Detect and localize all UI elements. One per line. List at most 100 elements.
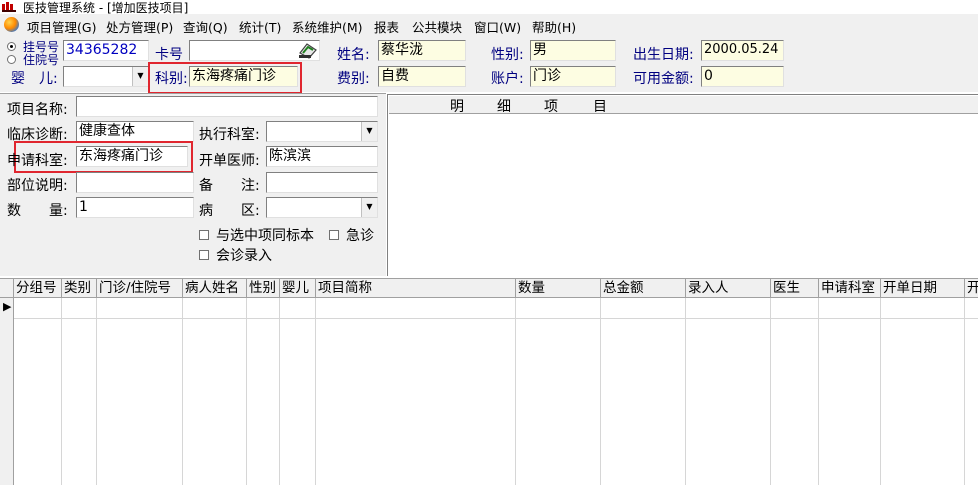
row-indicator-column	[0, 298, 14, 485]
app-title-icon	[2, 2, 16, 12]
grid-col-line	[770, 298, 771, 485]
note-label: 备 注:	[199, 178, 260, 194]
name-label: 姓名:	[337, 47, 370, 63]
urgent-label: 急诊	[346, 228, 374, 244]
dropdown-arrow-icon[interactable]: ▼	[361, 198, 377, 217]
grid-col-header[interactable]: 数量	[516, 279, 601, 297]
site-input[interactable]	[76, 172, 194, 193]
menu-reports[interactable]: 报表	[374, 17, 399, 36]
dob-label: 出生日期:	[633, 47, 694, 63]
account-field[interactable]: 门诊	[530, 66, 616, 87]
ward-label: 病 区:	[199, 203, 260, 219]
menu-common[interactable]: 公共模块	[412, 17, 462, 36]
current-row-indicator: ▶	[3, 300, 12, 313]
grid-col-header[interactable]: 类别	[62, 279, 97, 297]
urgent-checkbox[interactable]	[329, 230, 339, 240]
detail-header-char: 目	[593, 99, 607, 115]
name-field[interactable]: 蔡华泷	[378, 40, 466, 61]
detail-header-char: 细	[497, 99, 511, 115]
fee-type-label: 费别:	[337, 71, 370, 87]
grid-col-line	[279, 298, 280, 485]
infant-label: 婴 儿:	[11, 71, 58, 87]
grid-row-line	[14, 318, 978, 319]
grid-col-header[interactable]: 医生	[771, 279, 819, 297]
inpatient-no-radio[interactable]	[7, 55, 16, 64]
same-specimen-label: 与选中项同标本	[216, 228, 314, 244]
balance-field[interactable]: 0	[701, 66, 784, 87]
grid-col-line	[315, 298, 316, 485]
item-name-input[interactable]	[76, 96, 378, 117]
grid-col-line	[880, 298, 881, 485]
menu-window[interactable]: 窗口(W)	[474, 17, 521, 36]
dropdown-arrow-icon[interactable]: ▼	[361, 122, 377, 141]
menu-prescription[interactable]: 处方管理(P)	[106, 17, 173, 36]
dropdown-arrow-icon[interactable]: ▼	[132, 67, 148, 86]
grid-col-line	[964, 298, 965, 485]
detail-header-char: 项	[544, 99, 558, 115]
consult-label: 会诊录入	[216, 248, 272, 264]
inpatient-no-label: 住院号	[23, 53, 60, 67]
grid-col-header[interactable]: 病人姓名	[183, 279, 247, 297]
menu-bar: 项目管理(G) 处方管理(P) 查询(Q) 统计(T) 系统维护(M) 报表 公…	[0, 14, 978, 36]
account-label: 账户:	[491, 71, 524, 87]
grid-col-header[interactable]: 性别	[247, 279, 280, 297]
grid-col-line	[61, 298, 62, 485]
grid-col-line	[600, 298, 601, 485]
grid-corner	[0, 279, 14, 297]
grid-col-line	[515, 298, 516, 485]
grid-col-line	[182, 298, 183, 485]
grid-col-line	[96, 298, 97, 485]
doctor-input[interactable]: 陈滨滨	[266, 146, 378, 167]
grid-col-header[interactable]: 录入人	[686, 279, 771, 297]
menu-query[interactable]: 查询(Q)	[183, 17, 228, 36]
dob-field[interactable]: 2000.05.24	[701, 40, 784, 61]
site-label: 部位说明:	[7, 178, 68, 194]
gender-label: 性别:	[491, 47, 524, 63]
qty-input[interactable]: 1	[76, 197, 194, 218]
dept-field[interactable]: 东海疼痛门诊	[189, 66, 298, 87]
reg-no-input[interactable]: 34365282	[63, 40, 149, 61]
card-reader-icon[interactable]	[297, 41, 319, 60]
diagnosis-input[interactable]: 健康查体	[76, 121, 194, 142]
grid-col-header[interactable]: 项目简称	[316, 279, 516, 297]
grid-col-line	[246, 298, 247, 485]
grid-col-header[interactable]: 开单日期	[881, 279, 965, 297]
dept-label: 科别:	[155, 71, 188, 87]
apply-dept-input[interactable]: 东海疼痛门诊	[76, 146, 188, 167]
grid-col-header[interactable]: 开	[965, 279, 978, 297]
balance-label: 可用金额:	[633, 71, 694, 87]
exec-dept-select[interactable]: ▼	[266, 121, 378, 142]
same-specimen-checkbox[interactable]	[199, 230, 209, 240]
grid-col-header[interactable]: 门诊/住院号	[97, 279, 183, 297]
fee-type-field[interactable]: 自费	[378, 66, 466, 87]
detail-header: 明 细 项 目	[389, 96, 978, 115]
title-bar: 医技管理系统 - [增加医技项目]	[0, 0, 978, 15]
menu-help[interactable]: 帮助(H)	[532, 17, 576, 36]
grid-col-line	[818, 298, 819, 485]
grid-header: 分组号 类别 门诊/住院号 病人姓名 性别 婴儿 项目简称 数量 总金额 录入人…	[0, 278, 978, 298]
apply-dept-label: 申请科室:	[7, 153, 68, 169]
ward-select[interactable]: ▼	[266, 197, 378, 218]
detail-panel[interactable]	[387, 94, 978, 276]
infant-select[interactable]: ▼	[63, 66, 149, 87]
grid-col-header[interactable]: 婴儿	[280, 279, 316, 297]
menu-project[interactable]: 项目管理(G)	[27, 17, 96, 36]
menu-maintenance[interactable]: 系统维护(M)	[292, 17, 363, 36]
item-name-label: 项目名称:	[7, 102, 68, 118]
card-label: 卡号	[155, 47, 183, 63]
reg-no-radio[interactable]	[7, 42, 16, 51]
note-input[interactable]	[266, 172, 378, 193]
doctor-label: 开单医师:	[199, 153, 260, 169]
grid-col-header[interactable]: 分组号	[14, 279, 62, 297]
grid-col-header[interactable]: 申请科室	[819, 279, 881, 297]
consult-checkbox[interactable]	[199, 250, 209, 260]
grid-col-line	[685, 298, 686, 485]
app-icon[interactable]	[4, 17, 19, 32]
gender-field[interactable]: 男	[530, 40, 616, 61]
grid-body[interactable]	[0, 298, 978, 485]
menu-statistics[interactable]: 统计(T)	[239, 17, 281, 36]
detail-header-char: 明	[450, 99, 464, 115]
grid-col-header[interactable]: 总金额	[601, 279, 686, 297]
exec-dept-label: 执行科室:	[199, 127, 260, 143]
qty-label: 数 量:	[7, 203, 68, 219]
